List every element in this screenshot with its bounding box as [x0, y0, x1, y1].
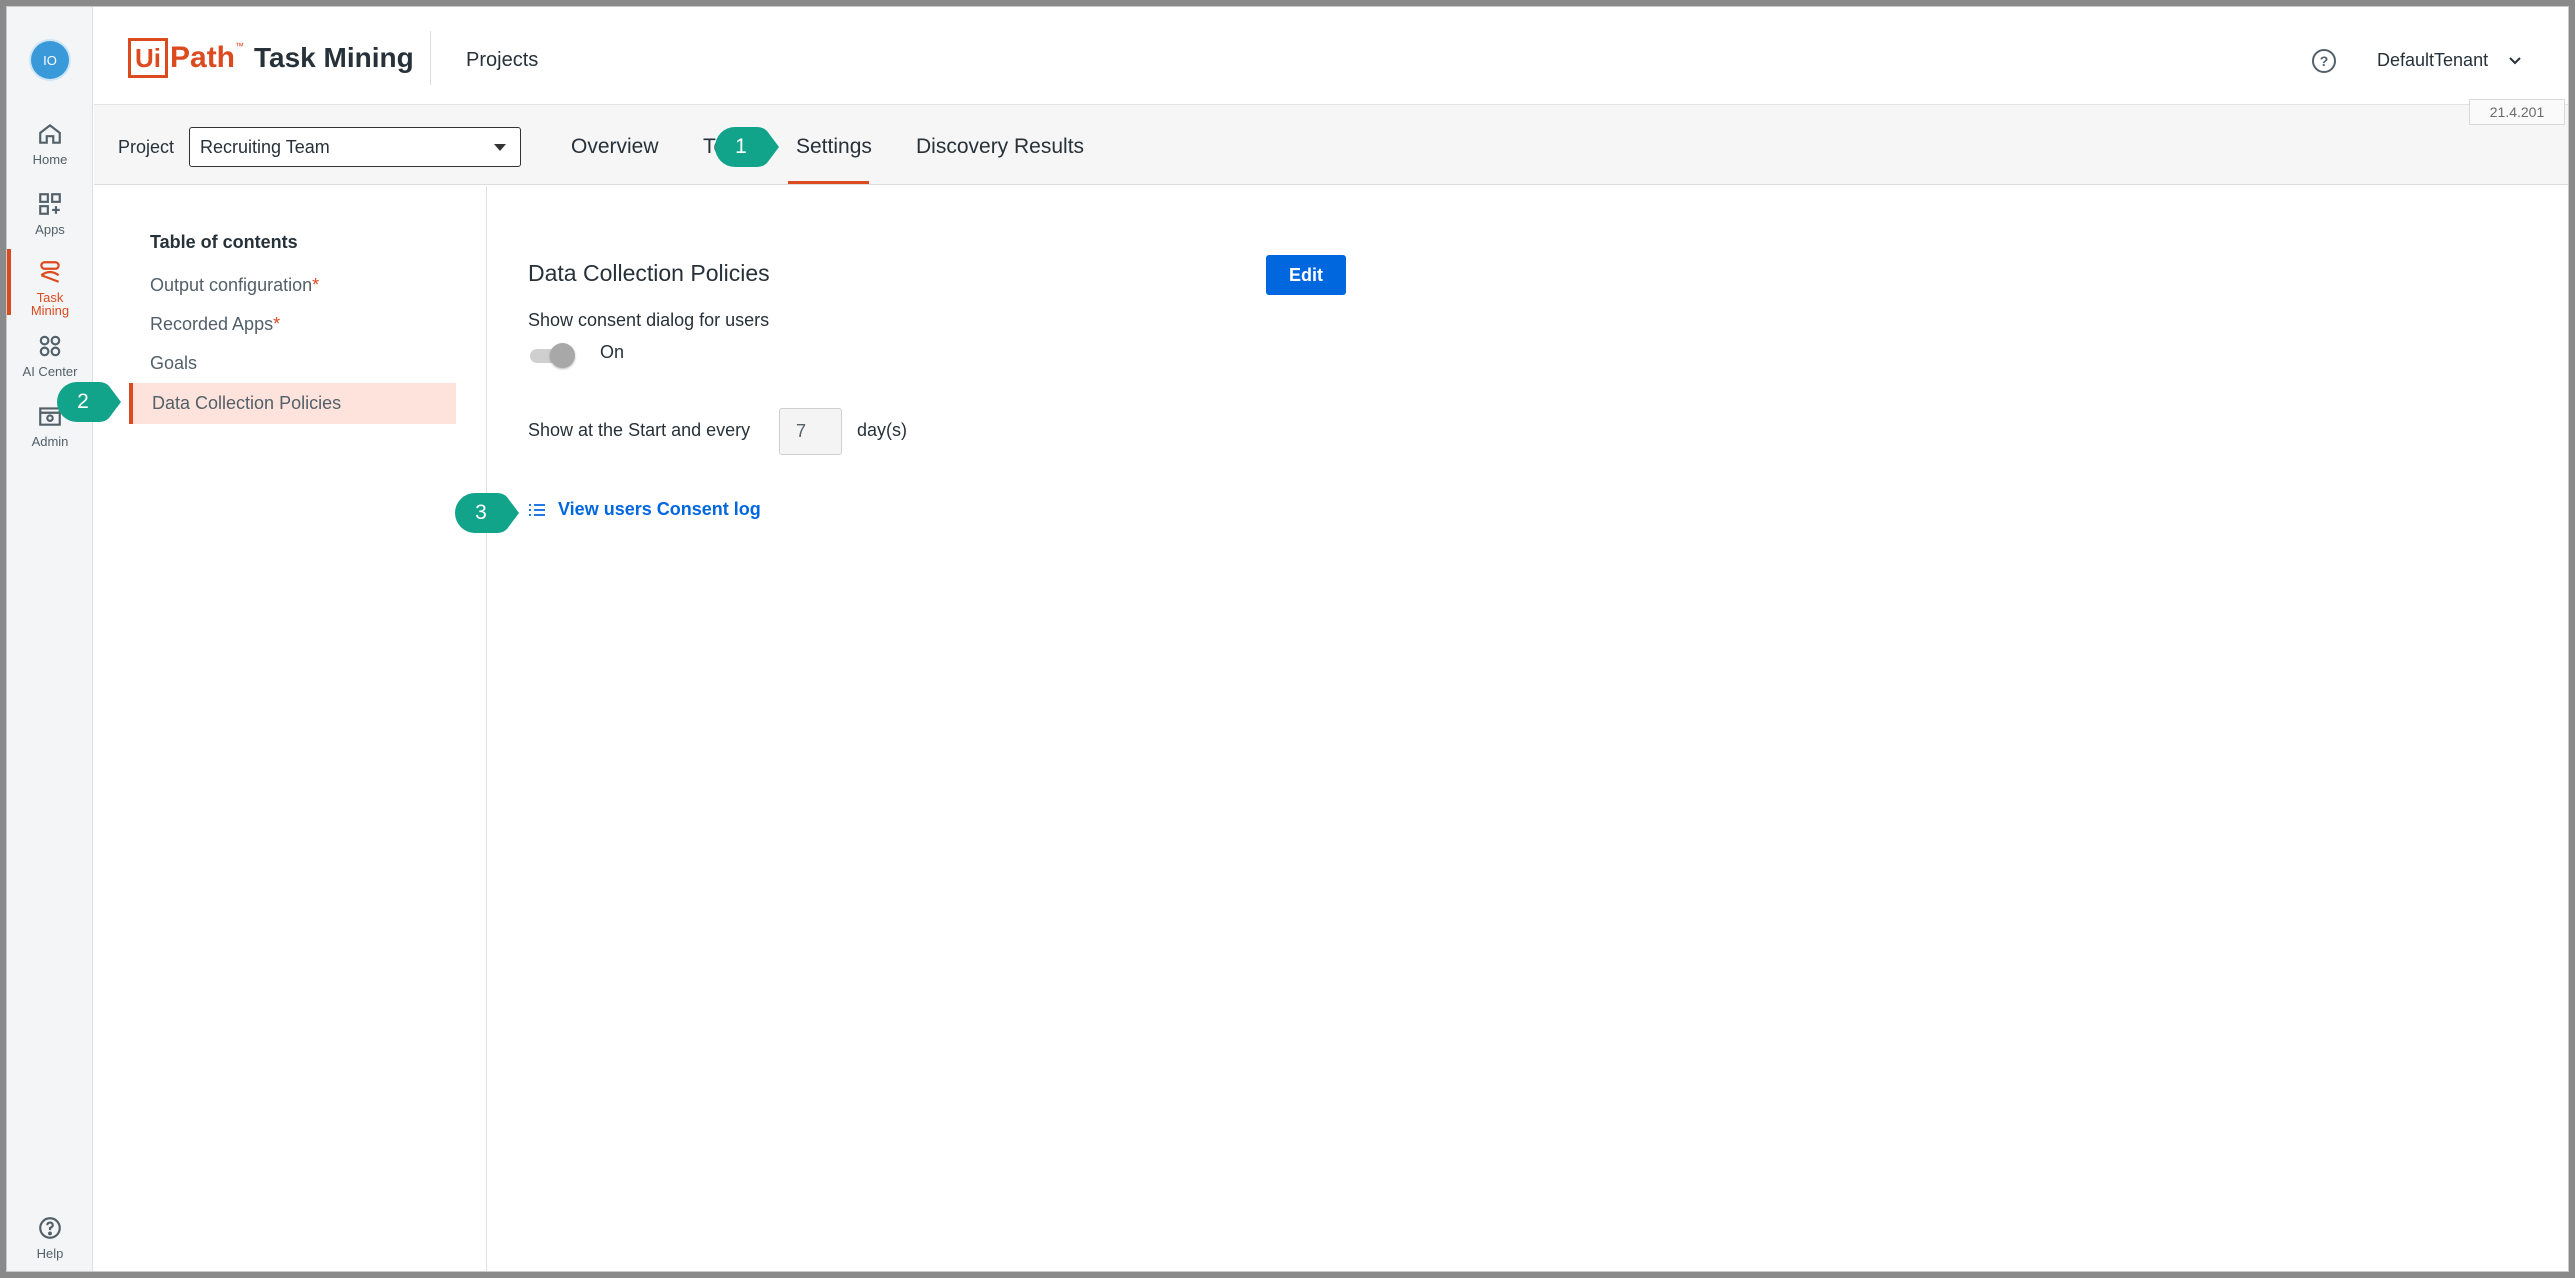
- tenant-selector[interactable]: DefaultTenant: [2377, 50, 2522, 71]
- task-mining-icon: [40, 261, 60, 283]
- nav-projects-link[interactable]: Projects: [466, 49, 538, 72]
- list-icon: [529, 503, 545, 516]
- app-window: IO Home Apps Task Mining AI Center Admin…: [6, 6, 2569, 1272]
- edit-button[interactable]: Edit: [1266, 255, 1346, 295]
- active-tab-indicator: [788, 181, 869, 184]
- nav-home[interactable]: Home: [7, 121, 93, 189]
- nav-admin-label: Admin: [31, 434, 69, 449]
- toc-item-label: Goals: [150, 353, 198, 373]
- table-of-contents: Table of contents Output configuration* …: [94, 186, 487, 1271]
- tenant-name: DefaultTenant: [2377, 50, 2489, 70]
- logo-ui-box: Ui: [128, 38, 168, 78]
- callout-3: 3: [453, 491, 521, 535]
- dropdown-caret-icon: [494, 144, 506, 151]
- consent-toggle[interactable]: [528, 343, 576, 368]
- toggle-knob: [550, 343, 575, 368]
- toc-item-label: Output configuration: [150, 275, 313, 295]
- days-unit-label: day(s): [857, 420, 908, 440]
- toc-item-recorded-apps[interactable]: Recorded Apps*: [150, 314, 280, 335]
- version-badge: 21.4.201: [2469, 99, 2565, 125]
- consent-dialog-label: Show consent dialog for users: [528, 310, 770, 330]
- nav-help-label: Help: [36, 1246, 64, 1261]
- nav-task-mining-label-2: Mining: [30, 303, 70, 318]
- nav-apps[interactable]: Apps: [7, 191, 93, 259]
- days-interval-field[interactable]: 7: [779, 408, 842, 455]
- ai-center-icon: [39, 335, 61, 357]
- toc-item-output-configuration[interactable]: Output configuration*: [150, 275, 319, 296]
- project-dropdown[interactable]: Recruiting Team: [189, 127, 521, 167]
- toc-item-label: Recorded Apps: [150, 314, 274, 334]
- nav-home-label: Home: [32, 152, 68, 167]
- chevron-down-icon: [2509, 56, 2521, 64]
- apps-icon: [39, 193, 61, 215]
- settings-content: Data Collection Policies Edit Show conse…: [488, 186, 2568, 1271]
- project-dropdown-value: Recruiting Team: [200, 137, 330, 157]
- uipath-task-mining-logo[interactable]: Ui Path ™ Task Mining: [128, 37, 414, 79]
- toc-item-data-collection-policies[interactable]: Data Collection Policies: [129, 383, 456, 424]
- top-header: Ui Path ™ Task Mining Projects ? Default…: [94, 7, 2568, 105]
- toggle-state-text: On: [600, 342, 625, 362]
- tab-overview[interactable]: Overview: [571, 135, 659, 159]
- logo-path-text: Path: [170, 41, 236, 74]
- nav-apps-label: Apps: [35, 222, 65, 237]
- toc-item-label: Data Collection Policies: [152, 393, 342, 413]
- header-divider: [430, 31, 431, 85]
- view-consent-log-link[interactable]: View users Consent log: [528, 499, 761, 520]
- nav-task-mining[interactable]: Task Mining: [7, 249, 93, 327]
- help-icon-button[interactable]: ?: [2312, 49, 2336, 73]
- home-icon: [39, 123, 61, 144]
- callout-3-number: 3: [475, 501, 487, 524]
- section-title: Data Collection Policies: [528, 260, 770, 286]
- project-label: Project: [118, 137, 175, 157]
- callout-2-number: 2: [77, 390, 89, 413]
- toc-title: Table of contents: [150, 232, 298, 252]
- nav-help[interactable]: Help: [7, 1215, 93, 1271]
- view-consent-log-text: View users Consent log: [558, 499, 761, 519]
- required-marker: *: [273, 314, 281, 334]
- callout-1: 1: [713, 125, 781, 169]
- show-frequency-label: Show at the Start and every: [528, 420, 751, 440]
- help-icon: [39, 1217, 61, 1239]
- callout-2: 2: [55, 380, 123, 424]
- project-tabs-bar: Project Recruiting Team Overview Te Sett…: [94, 105, 2568, 185]
- nav-ai-center-label: AI Center: [22, 364, 78, 379]
- logo-trademark: ™: [235, 41, 245, 51]
- left-nav-rail: IO Home Apps Task Mining AI Center Admin…: [7, 7, 93, 1271]
- tab-discovery-results[interactable]: Discovery Results: [916, 135, 1084, 159]
- callout-1-number: 1: [735, 135, 747, 158]
- toc-item-goals[interactable]: Goals: [150, 353, 197, 374]
- required-marker: *: [312, 275, 320, 295]
- user-avatar[interactable]: IO: [31, 41, 69, 79]
- tab-settings[interactable]: Settings: [796, 135, 872, 159]
- logo-product-name: Task Mining: [254, 42, 414, 73]
